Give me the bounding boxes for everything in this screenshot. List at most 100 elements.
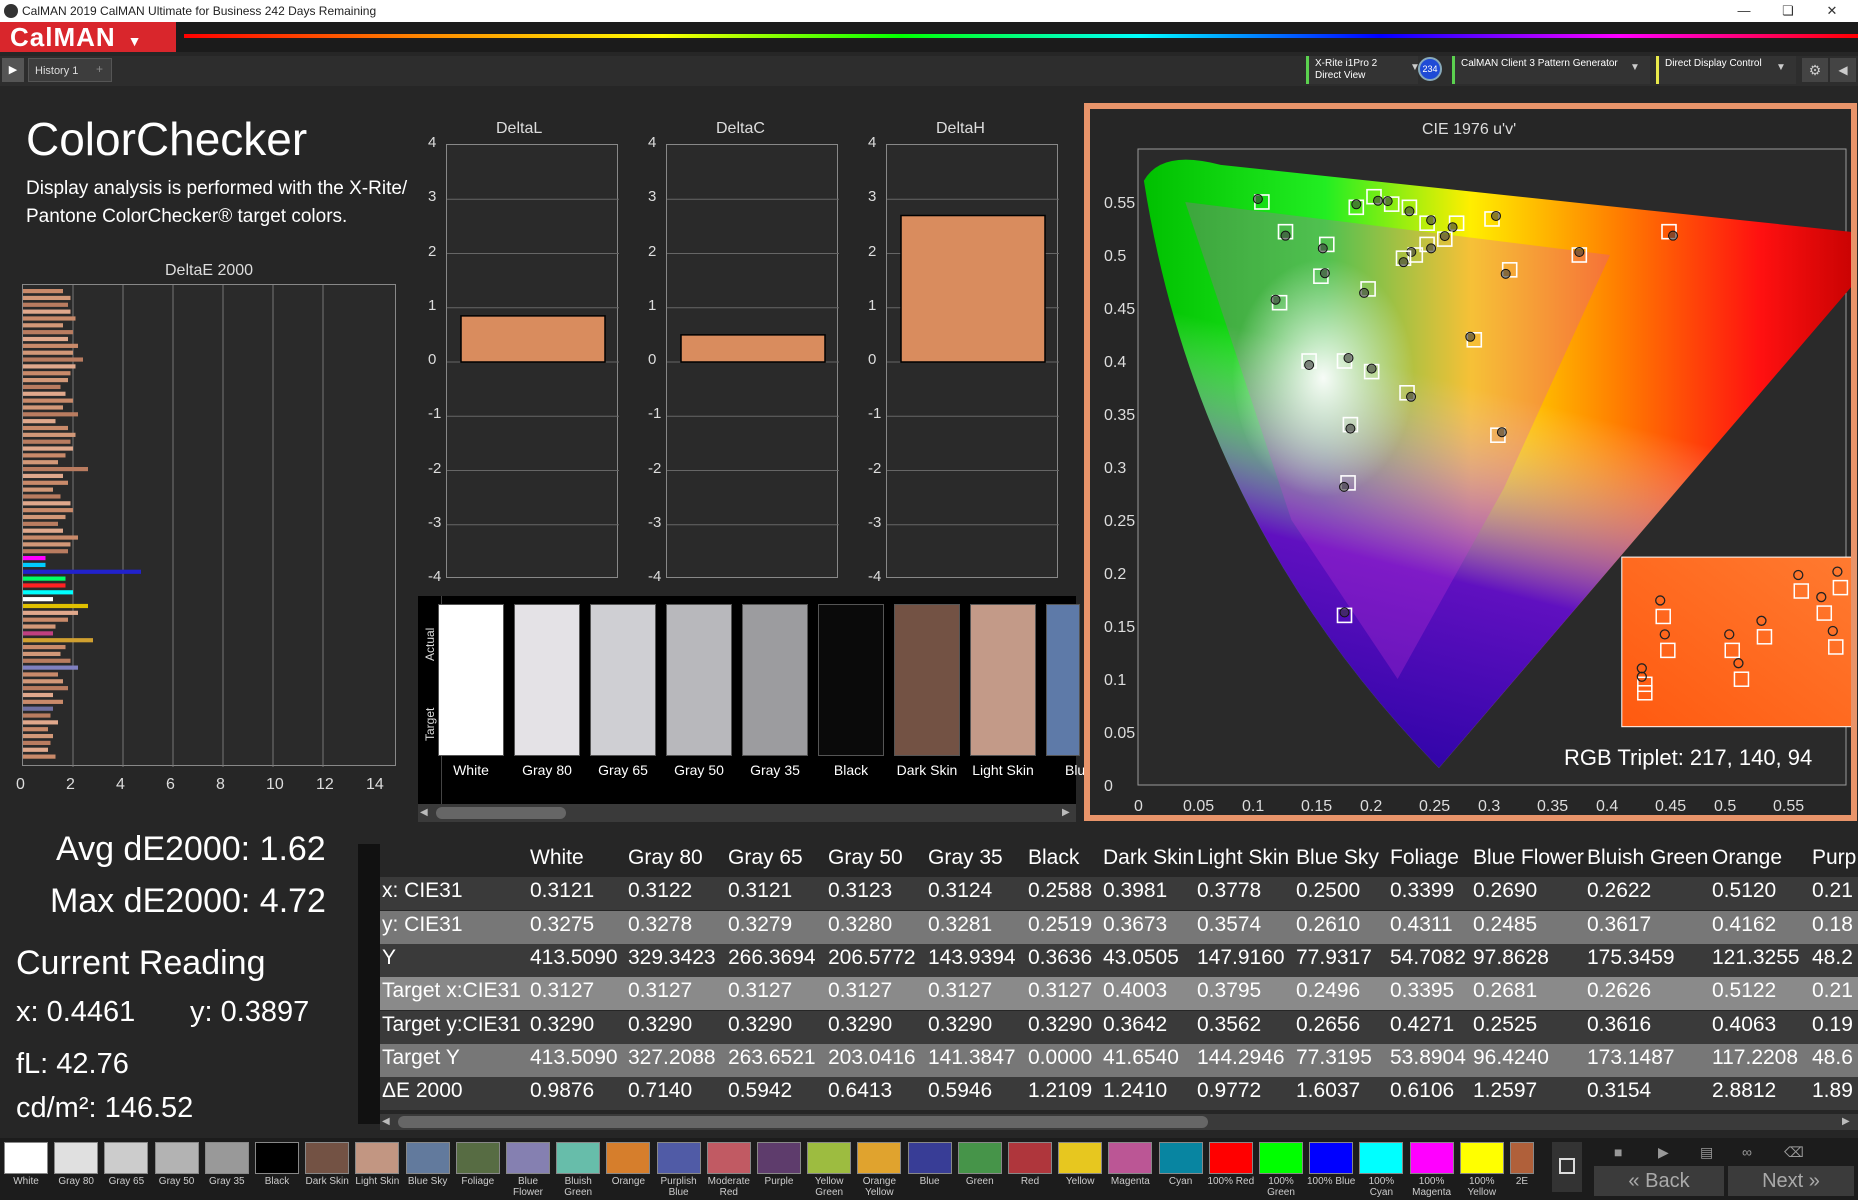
meter-badge[interactable]: 234 xyxy=(1418,57,1442,81)
bottom-swatch[interactable] xyxy=(1058,1142,1103,1174)
color-swatch[interactable] xyxy=(514,604,580,756)
cie-xtick: 0.2 xyxy=(1360,798,1382,815)
avg-de2000: Avg dE2000: 1.62 xyxy=(56,830,326,868)
bottom-swatch[interactable] xyxy=(4,1142,48,1174)
cie-ytick: 0.35 xyxy=(1104,407,1135,424)
bottom-swatch[interactable] xyxy=(757,1142,801,1174)
calman-logo[interactable]: CalMAN ▼ xyxy=(0,22,176,52)
device-pattern-generator[interactable]: CalMAN Client 3 Pattern Generator xyxy=(1452,56,1650,84)
delta-ytick: 1 xyxy=(868,296,877,314)
bottom-swatch[interactable] xyxy=(355,1142,400,1174)
bottom-swatch[interactable] xyxy=(1158,1142,1203,1174)
bottom-swatch[interactable] xyxy=(1208,1142,1253,1174)
calman-window: CalMAN 2019 CalMAN Ultimate for Business… xyxy=(0,0,1858,1200)
chevron-down-icon[interactable]: ▼ xyxy=(1630,62,1640,73)
table-column-header: Dark Skin xyxy=(1103,846,1195,869)
device-display-control[interactable]: Direct Display Control xyxy=(1656,56,1796,84)
color-swatch[interactable] xyxy=(894,604,960,756)
cie-measured-point xyxy=(1574,247,1585,257)
table-cell: 0.4271 xyxy=(1390,1012,1455,1036)
add-tab-icon[interactable]: + xyxy=(96,62,103,76)
bottom-swatch[interactable] xyxy=(54,1142,99,1174)
bottom-swatch[interactable] xyxy=(305,1142,350,1174)
scrollbar-thumb[interactable] xyxy=(398,1116,1208,1128)
table-cell: 0.2681 xyxy=(1473,979,1538,1003)
swatch-scrollbar[interactable]: ◀ ▶ xyxy=(418,804,1076,822)
bottom-swatch[interactable] xyxy=(606,1142,651,1174)
bottom-swatch[interactable] xyxy=(1510,1142,1534,1174)
table-cell: 0.5942 xyxy=(728,1079,793,1103)
color-swatch[interactable] xyxy=(438,604,504,756)
table-cell: 0.2622 xyxy=(1587,879,1652,903)
bottom-swatch-label: Cyan xyxy=(1168,1176,1193,1187)
bottom-swatch-label: 100% Cyan xyxy=(1368,1176,1395,1198)
scrollbar-thumb[interactable] xyxy=(436,807,566,819)
color-swatch[interactable] xyxy=(742,604,808,756)
table-cell: 0.3290 xyxy=(928,1012,993,1036)
play-icon[interactable]: ▶ xyxy=(1658,1144,1669,1161)
play-icon[interactable]: ▶ xyxy=(2,58,24,82)
bottom-swatch[interactable] xyxy=(104,1142,149,1174)
bottom-swatch[interactable] xyxy=(1309,1142,1354,1174)
scroll-right-icon[interactable]: ▶ xyxy=(1842,1115,1854,1129)
color-swatch[interactable] xyxy=(666,604,732,756)
color-swatch[interactable] xyxy=(970,604,1036,756)
bottom-swatch[interactable] xyxy=(857,1142,902,1174)
record-icon[interactable]: ■ xyxy=(1614,1144,1622,1160)
bottom-swatch[interactable] xyxy=(154,1142,199,1174)
save-icon[interactable]: ▤ xyxy=(1700,1144,1713,1161)
delta-ytick: 4 xyxy=(868,134,877,151)
bottom-swatch[interactable] xyxy=(957,1142,1002,1174)
bottom-swatch[interactable] xyxy=(405,1142,450,1174)
delta-chart xyxy=(886,144,1059,578)
bottom-swatch-label: Light Skin xyxy=(355,1176,400,1187)
chevron-down-icon[interactable]: ▼ xyxy=(1776,62,1786,73)
bottom-swatch[interactable] xyxy=(706,1142,751,1174)
bottom-swatch[interactable] xyxy=(506,1142,550,1174)
delta-chart-title: DeltaC xyxy=(716,120,765,137)
delta-bar xyxy=(680,334,826,363)
scroll-left-icon[interactable]: ◀ xyxy=(382,1115,394,1129)
deltae-bar xyxy=(23,446,73,451)
color-swatch[interactable] xyxy=(818,604,884,756)
bottom-swatch[interactable] xyxy=(1108,1142,1153,1174)
stop-icon[interactable] xyxy=(1559,1158,1575,1174)
bottom-swatch[interactable] xyxy=(1259,1142,1303,1174)
table-cell: 0.3399 xyxy=(1390,879,1455,903)
bottom-swatch[interactable] xyxy=(1359,1142,1404,1174)
deltae-bar xyxy=(23,624,56,629)
next-button[interactable]: Next » xyxy=(1728,1166,1854,1196)
bottom-swatch[interactable] xyxy=(807,1142,852,1174)
bottom-swatch[interactable] xyxy=(656,1142,701,1174)
bottom-swatch[interactable] xyxy=(255,1142,299,1174)
bottom-swatch[interactable] xyxy=(1008,1142,1052,1174)
delta-ytick: 2 xyxy=(868,242,877,260)
collapse-icon[interactable]: ◀ xyxy=(1830,58,1856,82)
close-button[interactable]: ✕ xyxy=(1810,0,1854,22)
back-button[interactable]: « Back xyxy=(1594,1166,1724,1196)
bottom-swatch[interactable] xyxy=(556,1142,601,1174)
cie-measured-point xyxy=(1343,353,1354,363)
bottom-swatch[interactable] xyxy=(907,1142,952,1174)
color-swatch[interactable] xyxy=(1046,604,1080,756)
color-swatch[interactable] xyxy=(590,604,656,756)
rainbow-strip xyxy=(184,34,1858,38)
delete-icon[interactable]: ⌫ xyxy=(1784,1144,1804,1161)
cie-xtick: 0.15 xyxy=(1301,798,1332,815)
gear-icon[interactable]: ⚙ xyxy=(1802,58,1828,82)
bottom-swatch[interactable] xyxy=(1459,1142,1504,1174)
loop-icon[interactable]: ∞ xyxy=(1742,1144,1752,1160)
table-cell: 0.4063 xyxy=(1712,1012,1777,1036)
device-meter[interactable]: X-Rite i1Pro 2 Direct View xyxy=(1306,56,1418,84)
minimize-button[interactable]: — xyxy=(1722,0,1766,22)
table-cell: 0.3127 xyxy=(1028,979,1093,1003)
restore-button[interactable]: ❏ xyxy=(1766,0,1810,22)
bottom-swatch[interactable] xyxy=(204,1142,249,1174)
scroll-right-icon[interactable]: ▶ xyxy=(1062,806,1074,820)
table-cell: 0.3574 xyxy=(1197,912,1262,936)
scroll-left-icon[interactable]: ◀ xyxy=(420,806,432,820)
deltae-bar xyxy=(23,672,58,677)
bottom-swatch[interactable] xyxy=(455,1142,500,1174)
bottom-swatch[interactable] xyxy=(1409,1142,1454,1174)
table-scrollbar[interactable]: ◀ ▶ xyxy=(380,1114,1858,1130)
